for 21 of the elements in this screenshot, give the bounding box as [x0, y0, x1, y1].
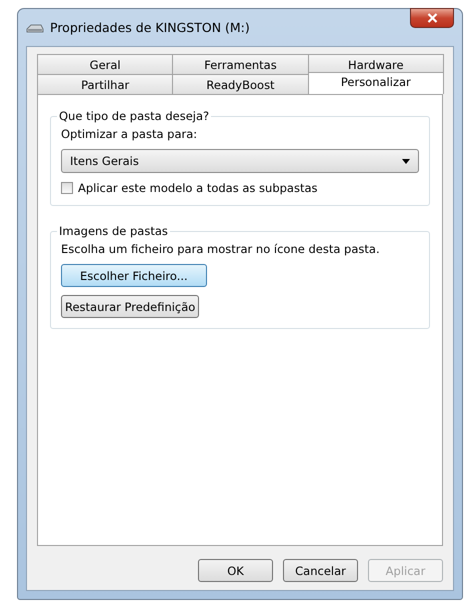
- description-text: Escolha um ficheiro para mostrar no ícone desta pasta.: [61, 242, 381, 256]
- caret-icon: [402, 158, 410, 164]
- dialog-button[interactable]: Cancelar: [283, 559, 358, 582]
- dialog-button[interactable]: OK: [198, 559, 273, 582]
- group-title: Imagens de pastas: [58, 224, 169, 238]
- close-icon: [426, 13, 438, 23]
- tab[interactable]: Ferramentas: [172, 54, 309, 74]
- close-button[interactable]: [410, 8, 454, 28]
- group-title: Que tipo de pasta deseja?: [58, 109, 210, 123]
- drive-icon: [26, 22, 44, 34]
- tab[interactable]: Personalizar: [308, 72, 444, 94]
- checkbox-label: Aplicar este modelo a todas as subpastas: [78, 181, 318, 195]
- tab[interactable]: Geral: [37, 54, 174, 74]
- folder-type-dropdown[interactable]: Itens Gerais: [61, 149, 419, 173]
- action-button[interactable]: Restaurar Predefinição: [61, 295, 200, 318]
- field-label: Optimizar a pasta para:: [61, 127, 198, 141]
- tab[interactable]: Partilhar: [37, 74, 174, 94]
- window-title: Propriedades de KINGSTON (M:): [50, 20, 251, 35]
- tab[interactable]: ReadyBoost: [172, 74, 309, 94]
- action-button[interactable]: Escolher Ficheiro...: [61, 264, 207, 287]
- checkbox[interactable]: [61, 182, 73, 194]
